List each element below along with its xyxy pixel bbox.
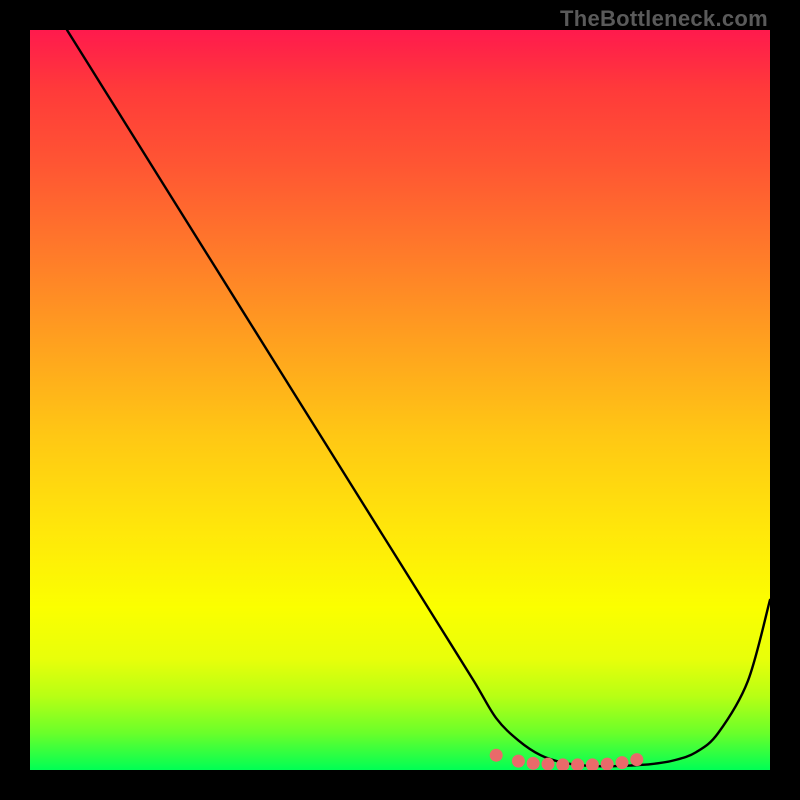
highlight-dot: [630, 753, 643, 766]
highlight-dot: [601, 758, 614, 770]
highlight-dot: [527, 757, 540, 770]
highlight-dot: [586, 758, 599, 770]
highlight-dots: [30, 30, 770, 770]
highlight-dot: [556, 758, 569, 770]
watermark-text: TheBottleneck.com: [560, 6, 768, 32]
highlight-dot: [542, 758, 555, 770]
highlight-dot: [616, 756, 629, 769]
chart-area: [30, 30, 770, 770]
highlight-dot: [490, 749, 503, 762]
highlight-dot: [571, 758, 584, 770]
highlight-dot: [512, 755, 525, 768]
